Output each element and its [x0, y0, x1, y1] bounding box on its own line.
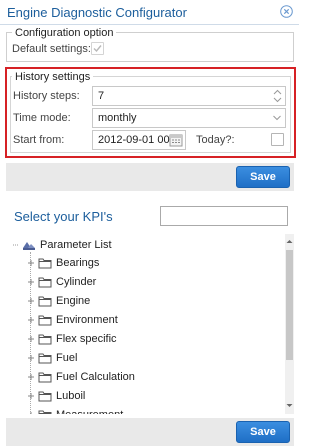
- tree-item[interactable]: Flex specific: [26, 330, 117, 348]
- history-steps-spinner[interactable]: 7: [92, 86, 286, 106]
- history-steps-label: History steps:: [13, 90, 80, 102]
- spinner-arrows-icon[interactable]: [273, 89, 282, 103]
- tree-item[interactable]: Engine: [26, 292, 90, 310]
- scroll-down-icon[interactable]: [286, 402, 293, 409]
- kpi-toolbar: Save: [6, 418, 294, 446]
- folder-icon: [38, 315, 52, 326]
- start-from-date-field[interactable]: 2012-09-01 00:0: [92, 130, 186, 150]
- start-from-label: Start from:: [13, 134, 65, 146]
- today-checkbox[interactable]: [271, 133, 284, 146]
- parameter-tree: Parameter List Bearings Cylinder Engine Env…: [6, 234, 294, 414]
- tree-item-label: Flex specific: [56, 333, 117, 345]
- time-mode-select[interactable]: monthly: [92, 108, 286, 128]
- tree-root-icon: [23, 242, 35, 250]
- folder-icon: [38, 277, 52, 288]
- tree-scrollbar[interactable]: [285, 234, 294, 414]
- expand-icon[interactable]: [26, 410, 36, 414]
- folder-icon: [38, 296, 52, 307]
- tree-item[interactable]: Cylinder: [26, 273, 96, 291]
- tree-item-label: Fuel Calculation: [56, 371, 135, 383]
- tree-item-label: Measurement: [56, 409, 123, 414]
- history-steps-value: 7: [98, 90, 105, 102]
- expand-icon[interactable]: [26, 277, 36, 287]
- folder-icon: [38, 353, 52, 364]
- window-title: Engine Diagnostic Configurator: [7, 5, 187, 20]
- tree-connector-icon: [13, 244, 18, 246]
- save-button-history[interactable]: Save: [236, 166, 290, 188]
- today-label: Today?:: [196, 134, 235, 146]
- scrollbar-thumb[interactable]: [286, 250, 293, 360]
- expand-icon[interactable]: [26, 391, 36, 401]
- tree-item[interactable]: Fuel: [26, 349, 77, 367]
- tree-item[interactable]: Bearings: [26, 254, 99, 272]
- chevron-down-icon[interactable]: [273, 114, 281, 122]
- folder-icon: [38, 258, 52, 269]
- time-mode-value: monthly: [98, 112, 137, 124]
- tree-item-label: Bearings: [56, 257, 100, 269]
- tree-item-label: Luboil: [56, 390, 86, 402]
- check-icon: [93, 45, 102, 53]
- window-titlebar: Engine Diagnostic Configurator: [0, 0, 299, 25]
- time-mode-label: Time mode:: [13, 112, 71, 124]
- history-settings-legend: History settings: [12, 71, 94, 83]
- default-settings-checkbox[interactable]: [91, 42, 104, 55]
- start-from-value: 2012-09-01 00:0: [98, 134, 179, 146]
- kpi-search-input[interactable]: [160, 206, 288, 226]
- folder-icon: [38, 372, 52, 383]
- tree-item-label: Environment: [56, 314, 118, 326]
- tree-root-label: Parameter List: [40, 239, 112, 251]
- tree-item[interactable]: Environment: [26, 311, 118, 329]
- close-icon[interactable]: [280, 5, 293, 18]
- tree-item-label: Cylinder: [56, 276, 97, 288]
- folder-icon: [38, 391, 52, 402]
- calendar-icon[interactable]: [169, 133, 183, 147]
- tree-item-label: Engine: [56, 295, 91, 307]
- folder-icon: [38, 334, 52, 345]
- scroll-up-icon[interactable]: [286, 238, 293, 245]
- tree-item[interactable]: Fuel Calculation: [26, 368, 135, 386]
- configuration-option-legend: Configuration option: [12, 27, 117, 39]
- tree-item[interactable]: Luboil: [26, 387, 85, 405]
- tree-root[interactable]: Parameter List: [10, 236, 112, 254]
- expand-icon[interactable]: [26, 334, 36, 344]
- expand-icon[interactable]: [26, 258, 36, 268]
- tree-item[interactable]: Measurement: [26, 406, 123, 414]
- expand-icon[interactable]: [26, 353, 36, 363]
- save-button-kpi[interactable]: Save: [236, 421, 290, 443]
- kpi-title: Select your KPI's: [14, 209, 113, 224]
- default-settings-label: Default settings:: [12, 43, 91, 55]
- expand-icon[interactable]: [26, 296, 36, 306]
- history-toolbar: Save: [6, 163, 294, 191]
- expand-icon[interactable]: [26, 315, 36, 325]
- tree-item-label: Fuel: [56, 352, 78, 364]
- folder-icon: [38, 410, 52, 414]
- expand-icon[interactable]: [26, 372, 36, 382]
